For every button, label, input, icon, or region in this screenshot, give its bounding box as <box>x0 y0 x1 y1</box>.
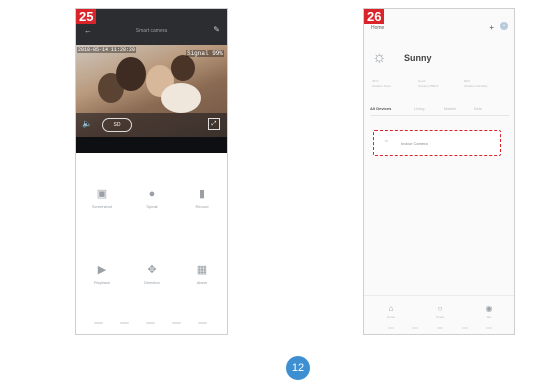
pager-dash <box>462 327 468 329</box>
grid-label: Alarm <box>196 280 208 285</box>
pager-dash <box>412 327 418 329</box>
nav-label: Smart <box>435 315 444 319</box>
pager-dash <box>172 322 181 324</box>
smart-icon: ○ <box>437 304 443 313</box>
home-selector[interactable]: Home <box>371 25 384 31</box>
video-controls: 🔈 SD ⤢ <box>76 113 227 137</box>
nav-smart[interactable]: ○ Smart <box>425 304 455 319</box>
phone-screen-live-view: 25 ← Smart camera ✎ 2018-05-14 11:20:20 … <box>75 8 228 335</box>
fullscreen-icon[interactable]: ⤢ <box>208 118 220 130</box>
nav-label: Me <box>486 315 492 319</box>
grid-item-playback[interactable]: ▶ Playback <box>77 263 127 285</box>
video-record-icon: ▮ <box>198 188 206 200</box>
bottom-nav: ⌂ Home ○ Smart ◉ Me <box>364 295 514 334</box>
video-figure <box>171 55 195 81</box>
playback-icon: ▶ <box>97 264 107 276</box>
status-bar <box>364 11 514 19</box>
camera-icon: ▣ <box>96 188 108 200</box>
step-badge: 26 <box>364 9 385 24</box>
grid-item-screenshot[interactable]: ▣ Screenshot <box>77 187 127 209</box>
app-title: Smart camera <box>135 28 168 34</box>
tab-kids[interactable]: Kids <box>474 106 482 111</box>
live-video-feed[interactable]: 2018-05-14 11:20:20 Signal 99% 🔈 SD ⤢ <box>76 45 227 137</box>
video-bottom-bar <box>76 137 227 153</box>
pager-dash <box>120 322 129 324</box>
tab-all-devices[interactable]: All Devices <box>370 106 391 111</box>
stat-item: 60% Outdoor Humidity <box>464 79 487 89</box>
room-tabs: All Devices Living Master Kids <box>370 106 510 114</box>
app-header: ← Smart camera ✎ <box>76 9 227 45</box>
stat-label: Outdoor Humidity <box>464 84 488 88</box>
speaker-mute-icon[interactable]: 🔈 <box>82 119 92 128</box>
device-card-indoor-camera[interactable]: ▫ Indoor Camera <box>373 130 501 156</box>
weather-status: Sunny <box>404 53 432 63</box>
pager-dash <box>486 327 492 329</box>
home-icon: ⌂ <box>388 304 394 313</box>
pager-dash <box>94 322 103 324</box>
phone-screen-home: 26 Home + • ☼ Sunny 25°C Outdoor Temp. G… <box>363 8 515 335</box>
tab-living[interactable]: Living <box>414 106 424 111</box>
step-badge: 25 <box>76 9 97 24</box>
stat-item: Good Outdoor PM2.5 <box>418 79 438 89</box>
add-device-icon[interactable]: + <box>489 23 494 32</box>
sun-icon: ☼ <box>372 49 387 66</box>
grid-item-speak[interactable]: ● Speak <box>127 187 177 209</box>
divider <box>370 115 510 116</box>
grid-label: Screenshot <box>91 204 113 209</box>
signal-indicator: Signal 99% <box>185 50 224 57</box>
stat-label: Outdoor PM2.5 <box>418 84 439 88</box>
nav-label: Home <box>386 315 395 319</box>
grid-label: Playback <box>93 280 111 285</box>
direction-icon: ✥ <box>147 264 157 276</box>
message-icon[interactable]: • <box>500 22 508 30</box>
camera-device-icon: ▫ <box>385 138 388 145</box>
video-figure <box>116 57 146 91</box>
pager-dash <box>146 322 155 324</box>
grid-item-alarm[interactable]: ▦ Alarm <box>177 263 227 285</box>
profile-icon: ◉ <box>485 304 493 313</box>
grid-item-direction[interactable]: ✥ Direction <box>127 263 177 285</box>
alarm-icon: ▦ <box>196 264 208 276</box>
sd-quality-button[interactable]: SD <box>102 118 132 132</box>
stat-item: 25°C Outdoor Temp. <box>372 79 392 89</box>
tab-master[interactable]: Master <box>444 106 456 111</box>
page-number: 12 <box>286 356 310 380</box>
pager-indicator <box>76 318 227 328</box>
nav-home[interactable]: ⌂ Home <box>376 304 406 319</box>
device-name: Indoor Camera <box>401 141 428 146</box>
grid-label: Record <box>195 204 209 209</box>
grid-label: Speak <box>146 204 158 209</box>
video-timestamp: 2018-05-14 11:20:20 <box>77 47 137 53</box>
edit-icon[interactable]: ✎ <box>213 25 220 34</box>
pager-dash <box>437 327 443 329</box>
pager-indicator <box>364 326 514 330</box>
grid-item-record[interactable]: ▮ Record <box>177 187 227 209</box>
stat-label: Outdoor Temp. <box>372 84 392 88</box>
video-figure <box>161 83 201 113</box>
mic-icon: ● <box>148 188 156 200</box>
pager-dash <box>198 322 207 324</box>
grid-label: Direction <box>144 280 160 285</box>
nav-me[interactable]: ◉ Me <box>474 304 504 319</box>
pager-dash <box>388 327 394 329</box>
